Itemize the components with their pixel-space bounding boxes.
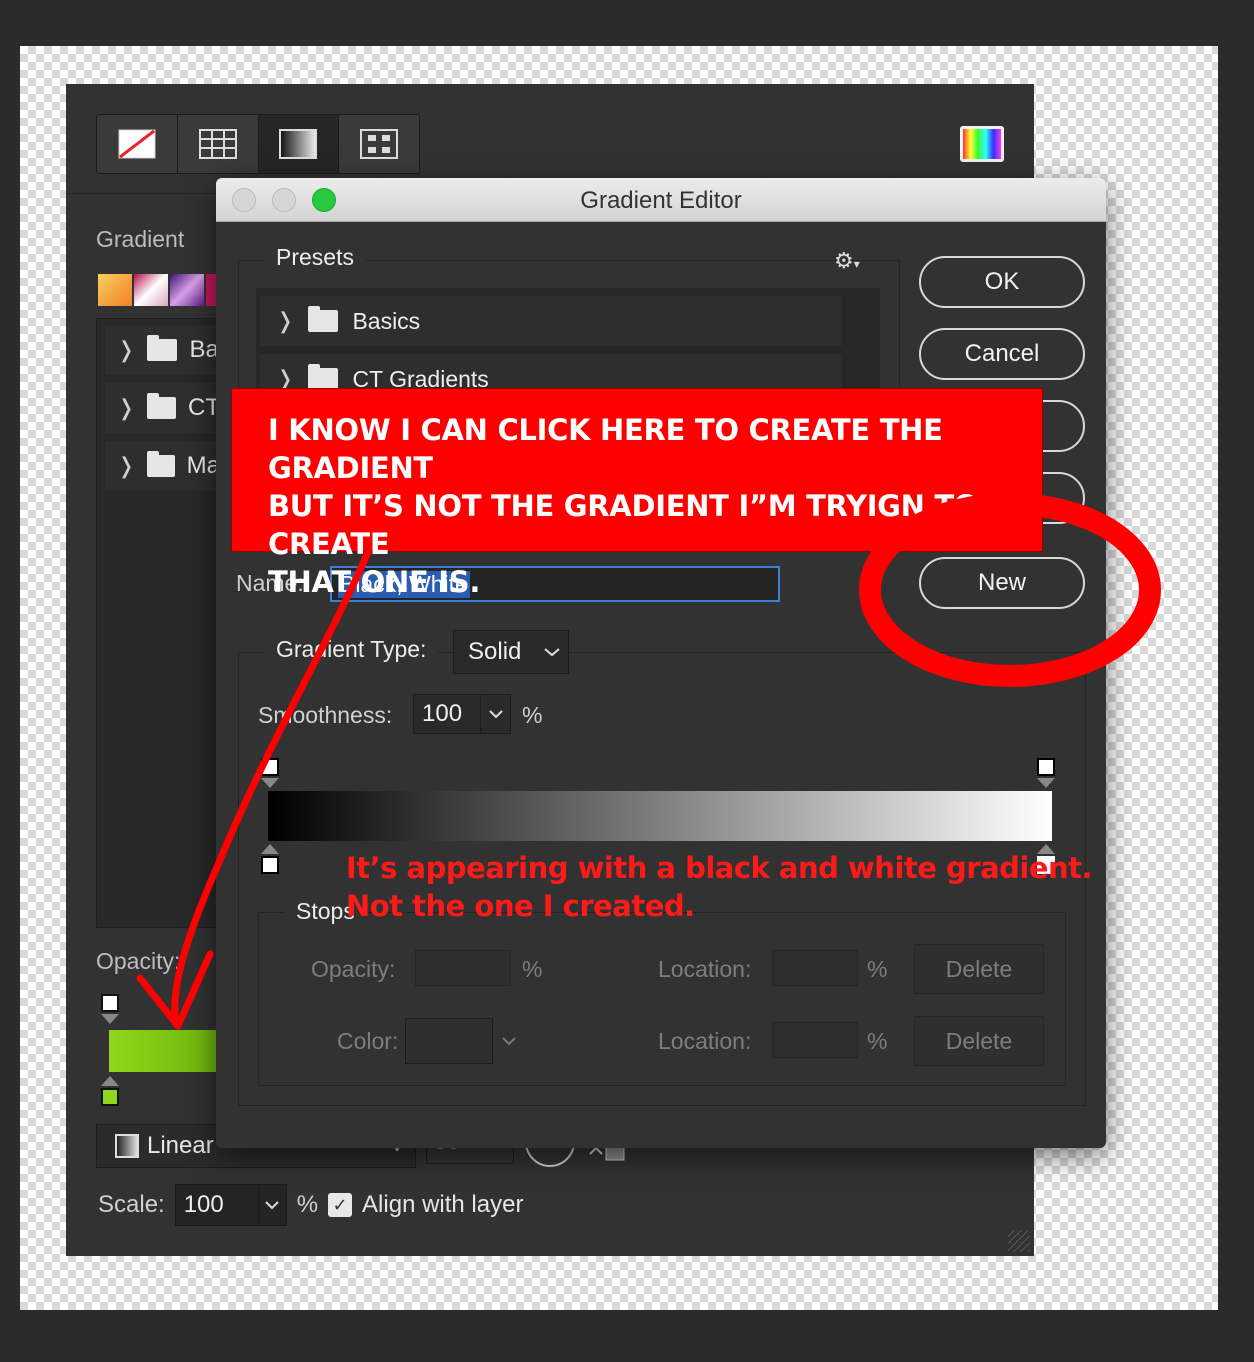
stop-opacity-input[interactable] [415,950,511,986]
folder-icon [147,335,178,361]
scale-input[interactable]: 100 [174,1184,287,1226]
opacity-location-input[interactable] [772,950,858,986]
annotation-line: BUT IT’S NOT THE GRADIENT I”M TRYIGN TO … [268,489,979,561]
preset-thumb-purple[interactable] [170,274,204,306]
smoothness-value: 100 [422,700,463,727]
style-label: Linear [147,1132,214,1159]
fill-type-buttons [96,114,420,174]
folder-label: Ma [186,452,220,479]
delete-opacity-stop-button[interactable]: Delete [914,944,1044,994]
gradient-type-value: Solid [468,638,522,665]
annotation-line: I KNOW I CAN CLICK HERE TO CREATE THE GR… [268,413,943,485]
gradient-icon [279,129,318,159]
grid-icon [198,129,237,159]
delete-color-stop-button[interactable]: Delete [914,1016,1044,1066]
gradient-editor-dialog: Gradient Editor Presets ⚙▾ ❭ Basics ❭ CT G… [216,178,1106,1148]
pattern-fill-button[interactable] [339,115,419,173]
cancel-button[interactable]: Cancel [919,328,1085,380]
pattern-icon [360,129,399,159]
color-picker-swatch[interactable] [960,126,1004,162]
back-opacity-stop[interactable] [101,994,119,1012]
preset-thumb-orange[interactable] [98,274,132,306]
stop-arrow [261,844,279,854]
pattern-grid-button[interactable] [177,115,259,173]
stop-color-label: Color: [337,1028,399,1054]
gear-icon[interactable]: ⚙▾ [834,248,860,274]
gradient-type-select[interactable]: Solid [453,630,569,674]
scale-value: 100 [183,1191,224,1218]
folder-icon [147,451,175,477]
percent-label: % [867,956,888,982]
smoothness-input[interactable]: 100 [413,694,511,734]
stop-arrow [1037,778,1055,788]
gradient-type-label: Gradient Type: [264,636,439,663]
chevron-right-icon: ❭ [276,308,295,333]
folder-icon [308,364,339,390]
gradient-section-label: Gradient [96,226,185,252]
folder-label: Basics [352,307,421,334]
preset-thumbnails [98,274,216,306]
color-stop-left[interactable] [261,856,279,874]
annotation-note-line1: It’s appearing with a black and white gr… [346,851,1093,885]
chevron-down-icon[interactable] [480,695,510,733]
percent-label: % [296,1191,319,1218]
opacity-stop-right[interactable] [1037,758,1055,776]
title-bar: Gradient Editor [216,178,1106,222]
back-folder-row[interactable]: ❭ Ba [105,325,220,375]
opacity-stop-left[interactable] [261,758,279,776]
percent-label: % [867,1028,888,1054]
stop-location-label: Location: [658,956,752,982]
smoothness-label: Smoothness: [258,702,393,728]
back-folder-row[interactable]: ❭ Ma [105,441,220,491]
back-preset-list: ❭ Ba ❭ CT ❭ Ma [96,318,221,928]
resize-grip[interactable] [1008,1230,1030,1252]
annotation-line: THAT ONE IS. [268,565,481,599]
percent-label: % [522,702,543,728]
preset-thumb-magenta[interactable] [206,274,216,306]
back-folder-row[interactable]: ❭ CT [105,383,220,433]
chevron-right-icon: ❭ [117,395,136,420]
chevron-down-icon[interactable] [257,1185,286,1225]
percent-label: % [522,956,543,982]
gradient-preview-bar[interactable] [268,791,1052,841]
linear-gradient-icon [115,1134,139,1158]
color-location-input[interactable] [772,1022,858,1058]
folder-icon [147,393,176,419]
stop-arrow [261,778,279,788]
chevron-right-icon: ❭ [117,453,136,478]
ok-button[interactable]: OK [919,256,1085,308]
stop-arrow [101,1076,119,1086]
annotation-box: I KNOW I CAN CLICK HERE TO CREATE THE GR… [231,388,1043,599]
chevron-right-icon: ❭ [117,337,136,362]
no-fill-button[interactable] [97,115,178,173]
folder-label: Ba [189,336,219,363]
scale-row: Scale: 100 % ✓ Align with layer [98,1184,523,1226]
opacity-label: Opacity: [96,948,181,974]
scale-label: Scale: [98,1191,165,1218]
stop-location-label: Location: [658,1028,752,1054]
stop-arrow [101,1014,119,1024]
align-checkbox[interactable]: ✓ [328,1193,353,1217]
chevron-down-icon[interactable] [502,1036,516,1046]
back-gradient-bar[interactable] [109,1030,217,1072]
chevron-down-icon [544,648,560,657]
annotation-note-line2: Not the one I created. [346,889,695,923]
folder-icon [308,306,339,332]
dialog-title: Gradient Editor [580,187,742,214]
preset-thumb-pink[interactable] [134,274,168,306]
stop-color-swatch[interactable] [405,1018,493,1064]
align-label: Align with layer [362,1191,524,1218]
no-fill-icon [118,129,156,159]
gradient-fill-button[interactable] [258,115,340,173]
stop-opacity-label: Opacity: [311,956,396,982]
back-color-stop[interactable] [101,1088,119,1106]
presets-legend: Presets [264,244,366,271]
preset-folder-basics[interactable]: ❭ Basics [260,296,842,346]
